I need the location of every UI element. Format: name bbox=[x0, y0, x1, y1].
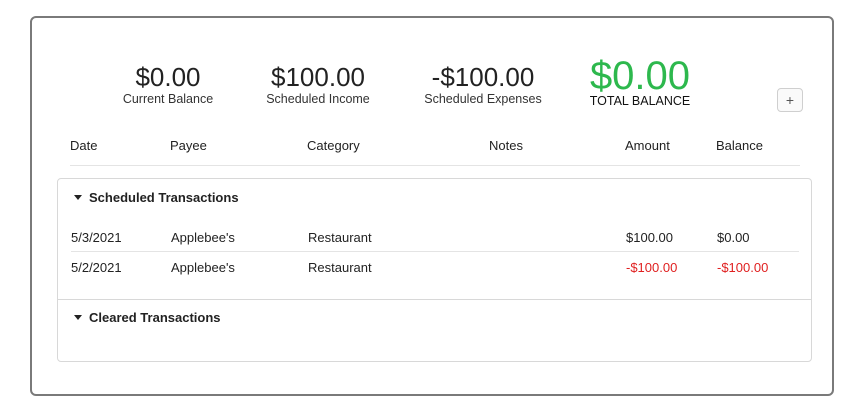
scheduled-transactions-title: Scheduled Transactions bbox=[89, 190, 239, 205]
caret-down-icon bbox=[74, 315, 82, 320]
plus-icon: + bbox=[785, 92, 795, 108]
scheduled-income-amount: $100.00 bbox=[271, 62, 365, 92]
table-row[interactable]: 5/2/2021 Applebee's Restaurant -$100.00 … bbox=[58, 252, 811, 282]
add-transaction-button[interactable]: + bbox=[777, 88, 803, 112]
column-header-notes[interactable]: Notes bbox=[489, 138, 523, 153]
column-header-amount[interactable]: Amount bbox=[625, 138, 670, 153]
scheduled-expenses-stat: -$100.00 Scheduled Expenses bbox=[418, 63, 548, 106]
total-balance-amount: $0.00 bbox=[589, 54, 691, 98]
cleared-transactions-title: Cleared Transactions bbox=[89, 310, 221, 325]
total-balance-stat: $0.00 TOTAL BALANCE bbox=[582, 56, 698, 108]
row-balance: $0.00 bbox=[717, 230, 750, 245]
table-header: Date Payee Category Notes Amount Balance bbox=[32, 138, 832, 166]
row-category: Restaurant bbox=[308, 230, 372, 245]
cleared-transactions-toggle[interactable]: Cleared Transactions bbox=[74, 310, 221, 325]
row-payee: Applebee's bbox=[171, 260, 235, 275]
scheduled-transactions-toggle[interactable]: Scheduled Transactions bbox=[74, 190, 239, 205]
current-balance-amount: $0.00 bbox=[135, 62, 201, 92]
current-balance-stat: $0.00 Current Balance bbox=[108, 63, 228, 106]
scheduled-expenses-amount: -$100.00 bbox=[431, 62, 535, 92]
column-header-category[interactable]: Category bbox=[307, 138, 360, 153]
scheduled-income-stat: $100.00 Scheduled Income bbox=[258, 63, 378, 106]
table-row[interactable]: 5/3/2021 Applebee's Restaurant $100.00 $… bbox=[58, 222, 811, 252]
row-balance: -$100.00 bbox=[717, 260, 769, 275]
total-balance-label: TOTAL BALANCE bbox=[589, 94, 691, 108]
scheduled-income-label: Scheduled Income bbox=[266, 92, 370, 106]
header-divider bbox=[70, 165, 800, 166]
caret-down-icon bbox=[74, 195, 82, 200]
row-category: Restaurant bbox=[308, 260, 372, 275]
account-card: $0.00 Current Balance $100.00 Scheduled … bbox=[30, 16, 834, 396]
row-date: 5/3/2021 bbox=[71, 230, 122, 245]
scheduled-expenses-label: Scheduled Expenses bbox=[424, 92, 542, 106]
row-amount: -$100.00 bbox=[626, 260, 678, 275]
row-date: 5/2/2021 bbox=[71, 260, 122, 275]
row-payee: Applebee's bbox=[171, 230, 235, 245]
column-header-balance[interactable]: Balance bbox=[716, 138, 763, 153]
row-amount: $100.00 bbox=[626, 230, 673, 245]
section-divider bbox=[58, 299, 811, 300]
transactions-panel: Scheduled Transactions 5/3/2021 Applebee… bbox=[57, 178, 812, 362]
column-header-payee[interactable]: Payee bbox=[170, 138, 207, 153]
current-balance-label: Current Balance bbox=[122, 92, 214, 106]
column-header-date[interactable]: Date bbox=[70, 138, 97, 153]
